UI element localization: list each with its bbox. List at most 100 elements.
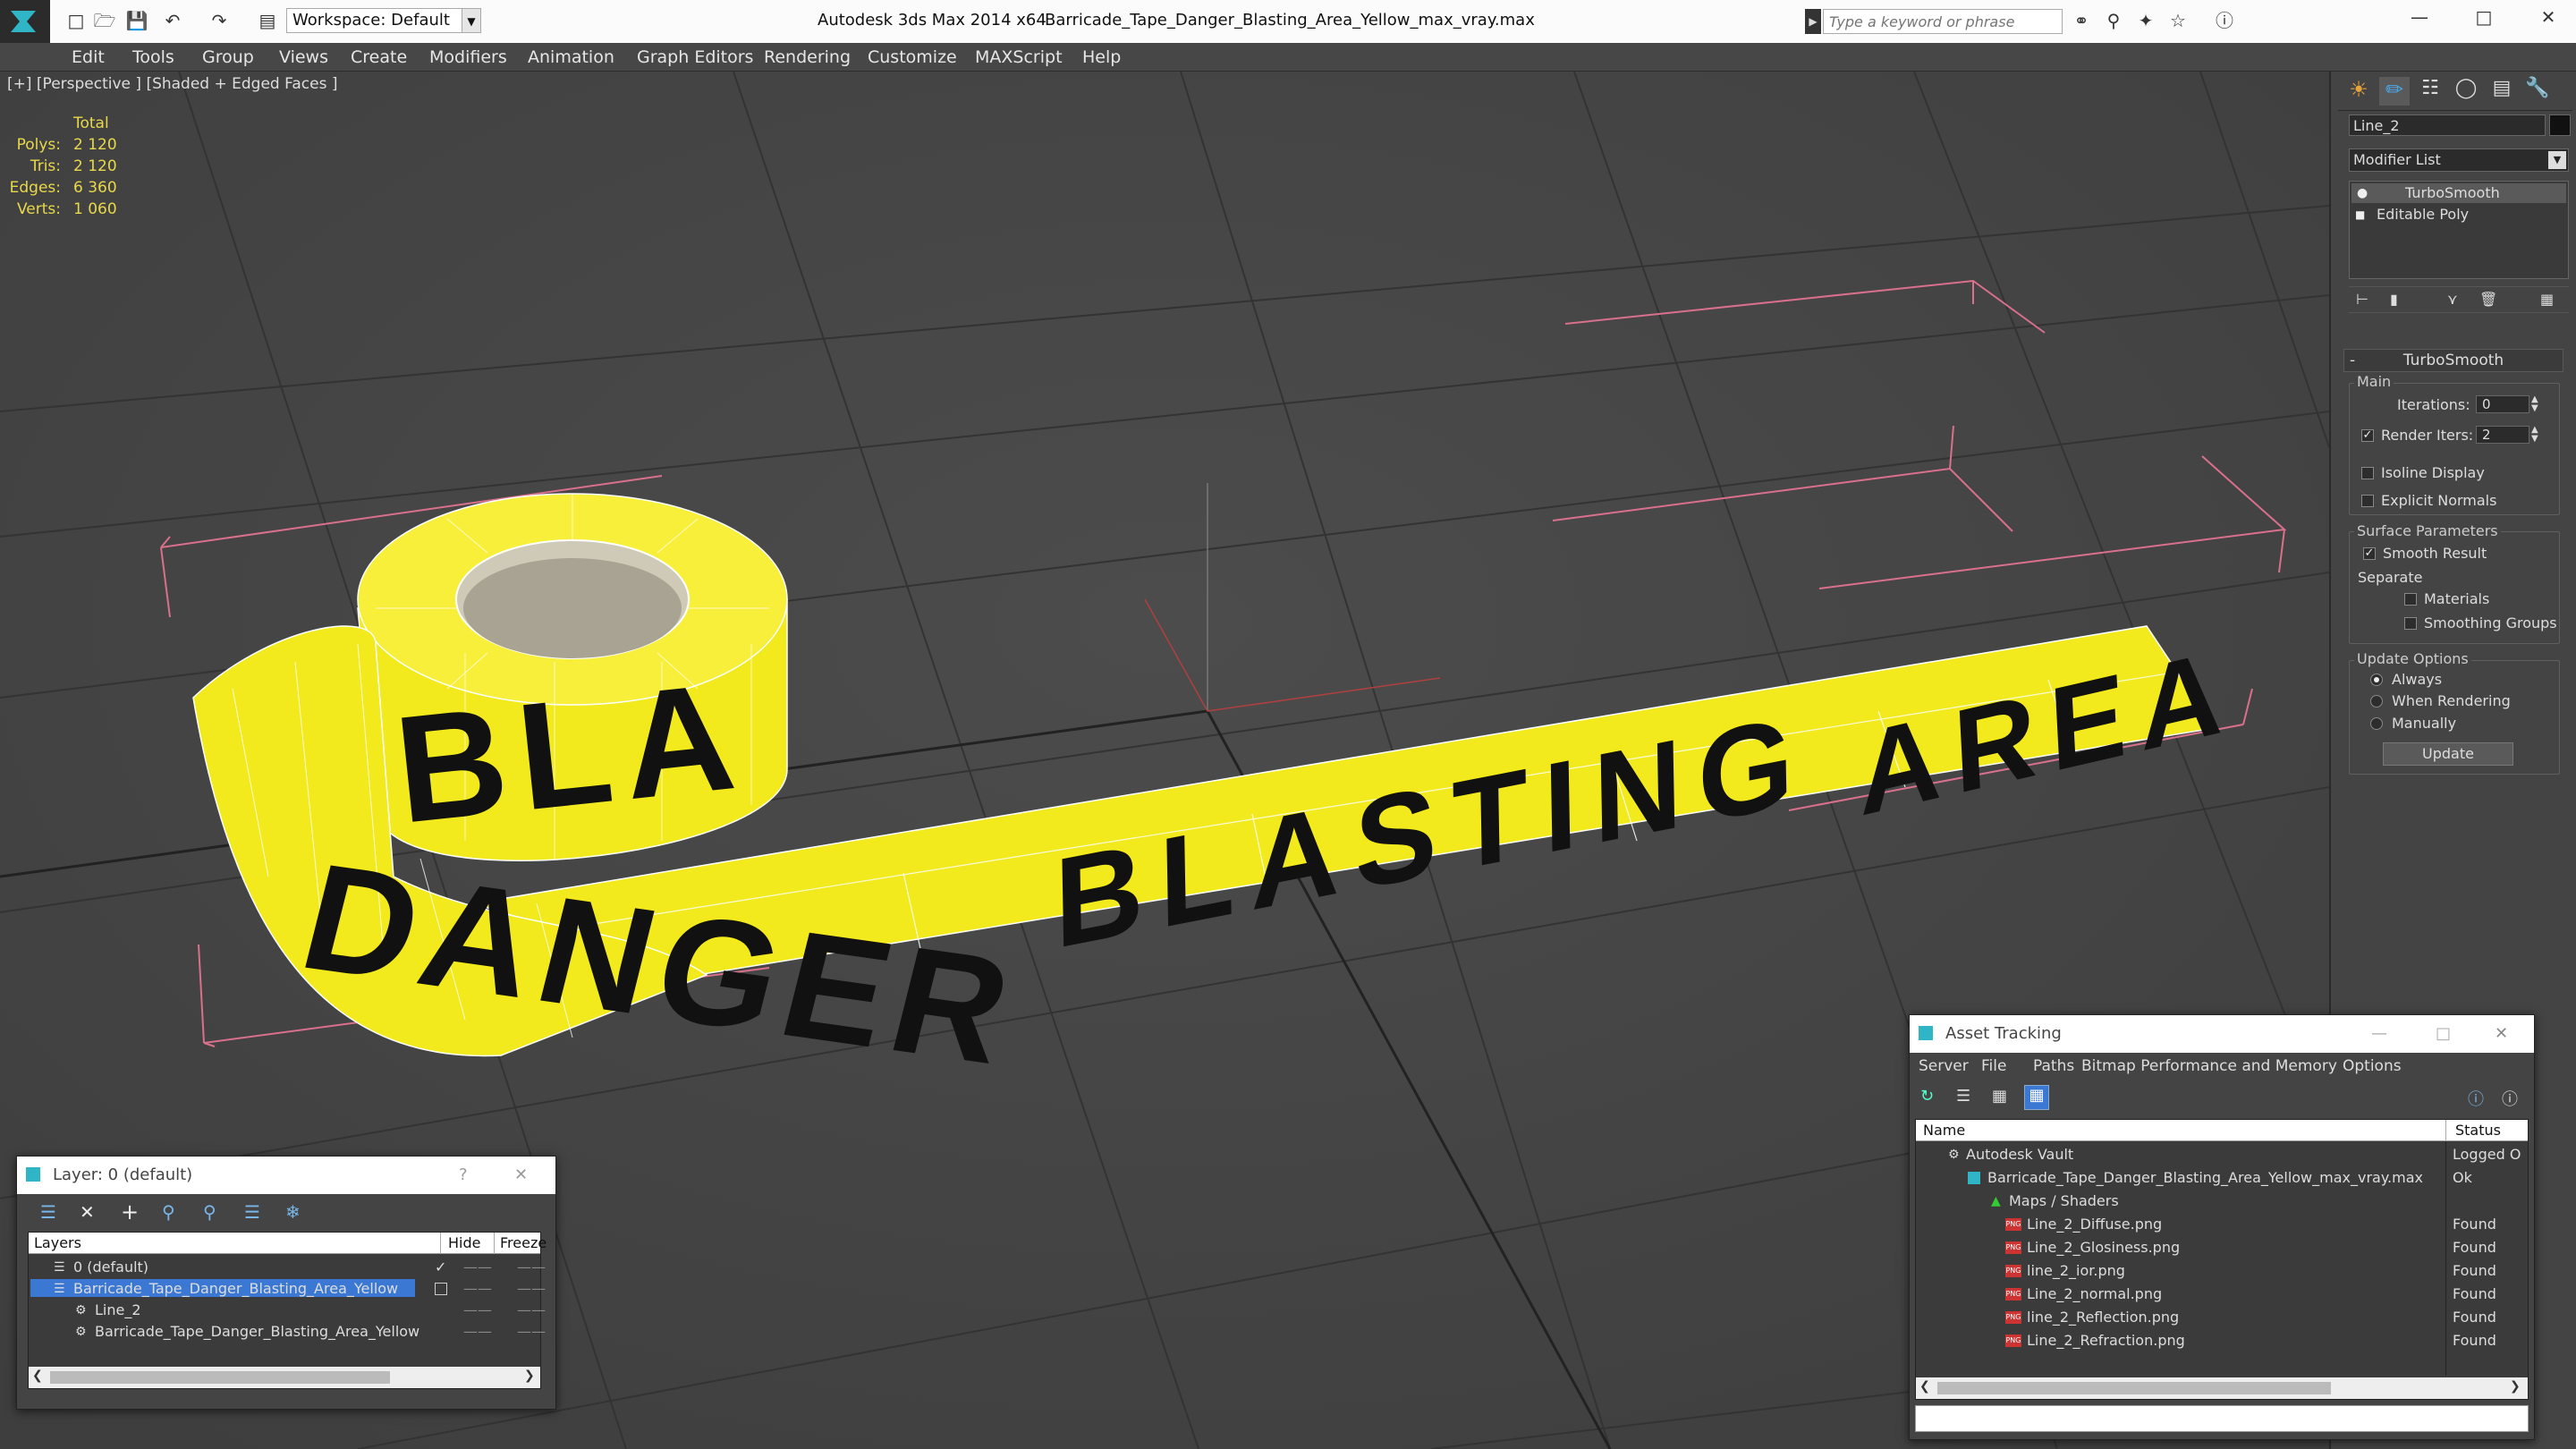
hide-toggle[interactable]: —— (463, 1256, 492, 1279)
chevron-down-icon[interactable]: ▼ (462, 8, 481, 33)
pin-stack-icon[interactable]: ⊢ (2356, 291, 2368, 308)
minimize-icon[interactable]: — (2408, 5, 2431, 29)
isoline-display-checkbox[interactable] (2361, 467, 2374, 479)
hide-all-layers-icon[interactable]: ☰ (244, 1201, 260, 1223)
smoothing-groups-checkbox[interactable] (2404, 617, 2417, 630)
communication-icon[interactable]: ✦ (2134, 9, 2157, 32)
asset-window-titlebar[interactable]: Asset Tracking — □ ✕ (1910, 1015, 2534, 1053)
display-tab-icon[interactable]: ▤ (2487, 77, 2517, 106)
layer-list[interactable]: Layers Hide Freeze ☰ 0 (default) ✓ —— ——… (28, 1232, 547, 1389)
menu-edit[interactable]: Edit (72, 43, 105, 72)
layer-help-button[interactable]: ? (459, 1157, 468, 1194)
asset-row[interactable]: ▲ Maps / Shaders (1916, 1190, 2528, 1213)
maximize-icon[interactable]: □ (2472, 5, 2496, 29)
expand-icon[interactable]: ■ (2355, 205, 2365, 225)
binoculars-icon[interactable]: ⚭ (2070, 9, 2093, 32)
asset-menu-file[interactable]: File (1981, 1053, 2006, 1080)
when-rendering-radio[interactable] (2370, 695, 2383, 708)
asset-menu-server[interactable]: Server (1919, 1053, 1969, 1080)
scroll-left-icon[interactable]: ❮ (1919, 1379, 1930, 1394)
current-layer-toggle[interactable] (435, 1283, 447, 1295)
explicit-normals-checkbox[interactable] (2361, 495, 2374, 507)
asset-menu-paths[interactable]: Paths (2033, 1053, 2074, 1080)
modifier-stack[interactable]: ● TurboSmooth ■ Editable Poly (2349, 181, 2569, 279)
object-name-field[interactable] (2349, 114, 2546, 136)
add-to-layer-icon[interactable]: + (121, 1199, 139, 1224)
col-layers[interactable]: Layers (34, 1233, 81, 1254)
hide-toggle[interactable]: —— (463, 1299, 492, 1322)
scroll-thumb[interactable] (50, 1371, 390, 1384)
menu-graph-editors[interactable]: Graph Editors (637, 43, 753, 72)
layer-horizontal-scrollbar[interactable]: ❮ ❯ (29, 1367, 540, 1388)
asset-path-field[interactable] (1915, 1405, 2529, 1432)
redo-icon[interactable]: ↷ (208, 9, 231, 32)
asset-row[interactable]: PNG Line_2_Refraction.png Found (1916, 1329, 2528, 1352)
app-logo-icon[interactable] (0, 0, 50, 43)
scroll-right-icon[interactable]: ❯ (524, 1368, 535, 1383)
spinner-arrows-icon[interactable]: ▲ ▼ (2531, 395, 2538, 413)
close-icon[interactable]: ✕ (2495, 1015, 2508, 1053)
iterations-spinner[interactable]: 0 (2476, 395, 2529, 413)
col-status[interactable]: Status (2445, 1120, 2528, 1141)
render-iters-spinner[interactable]: 2 (2476, 426, 2529, 444)
menu-group[interactable]: Group (202, 43, 254, 72)
render-iters-checkbox[interactable]: ✓ (2361, 429, 2374, 442)
scroll-thumb[interactable] (1937, 1382, 2331, 1394)
open-file-icon[interactable]: 🗁 (93, 9, 116, 32)
asset-row[interactable]: PNG Line_2_Diffuse.png Found (1916, 1213, 2528, 1236)
checkmark-icon[interactable]: ✓ (435, 1256, 446, 1279)
always-radio[interactable] (2370, 674, 2383, 686)
utilities-tab-icon[interactable]: 🔧 (2522, 77, 2553, 106)
menu-rendering[interactable]: Rendering (764, 43, 851, 72)
minimize-icon[interactable]: — (2371, 1015, 2387, 1053)
save-file-icon[interactable]: 💾 (125, 9, 148, 32)
asset-row[interactable]: PNG line_2_Reflection.png Found (1916, 1306, 2528, 1329)
freeze-all-layers-icon[interactable]: ❄ (285, 1201, 301, 1223)
asset-row[interactable]: PNG line_2_ior.png Found (1916, 1259, 2528, 1283)
freeze-toggle[interactable]: —— (517, 1256, 546, 1279)
search-input[interactable] (1823, 9, 2063, 34)
asset-row[interactable]: PNG Line_2_Glosiness.png Found (1916, 1236, 2528, 1259)
asset-table[interactable]: Name Status ⚙ Autodesk Vault Logged O Ba… (1915, 1119, 2529, 1400)
help-icon[interactable]: ⓘ (2468, 1087, 2484, 1110)
asset-row[interactable]: Barricade_Tape_Danger_Blasting_Area_Yell… (1916, 1166, 2528, 1190)
close-icon[interactable]: ✕ (514, 1157, 528, 1194)
asset-menu-options[interactable]: Options (2343, 1053, 2402, 1080)
menu-modifiers[interactable]: Modifiers (429, 43, 507, 72)
hide-toggle[interactable]: —— (463, 1277, 492, 1301)
remove-modifier-icon[interactable]: 🗑 (2479, 291, 2497, 308)
modifier-list-dropdown[interactable]: Modifier List ▼ (2349, 148, 2569, 172)
freeze-toggle[interactable]: —— (517, 1320, 546, 1343)
menu-help[interactable]: Help (1082, 43, 1121, 72)
menu-customize[interactable]: Customize (868, 43, 957, 72)
layer-row[interactable]: ☰ 0 (default) ✓ —— —— (29, 1256, 546, 1279)
menu-maxscript[interactable]: MAXScript (975, 43, 1063, 72)
stack-item-turbosmooth[interactable]: ● TurboSmooth (2351, 183, 2566, 203)
object-color-swatch[interactable] (2549, 114, 2571, 136)
create-tab-icon[interactable]: ☀ (2343, 77, 2374, 106)
help-icon[interactable]: ⓘ (2213, 9, 2236, 32)
search-expand-icon[interactable]: ▶ (1805, 9, 1821, 34)
menu-create[interactable]: Create (351, 43, 407, 72)
asset-row[interactable]: PNG Line_2_normal.png Found (1916, 1283, 2528, 1306)
layer-object-row[interactable]: ⚙ Line_2 —— —— (29, 1299, 546, 1322)
col-hide[interactable]: Hide (440, 1233, 494, 1254)
viewport-label[interactable]: [+] [Perspective ] [Shaded + Edged Faces… (7, 75, 337, 93)
asset-menu-bitmap-performance[interactable]: Bitmap Performance and Memory (2081, 1053, 2337, 1080)
freeze-toggle[interactable]: —— (517, 1277, 546, 1301)
materials-checkbox[interactable] (2404, 593, 2417, 606)
manually-radio[interactable] (2370, 717, 2383, 730)
delete-layer-icon[interactable]: ✕ (80, 1201, 95, 1223)
asset-row[interactable]: ⚙ Autodesk Vault Logged O (1916, 1143, 2528, 1166)
smooth-result-checkbox[interactable]: ✓ (2363, 547, 2376, 560)
maximize-icon[interactable]: □ (2436, 1015, 2451, 1053)
stack-item-editable-poly[interactable]: ■ Editable Poly (2351, 205, 2566, 225)
favorites-star-icon[interactable]: ☆ (2166, 9, 2190, 32)
layer-window-titlebar[interactable]: Layer: 0 (default) ? ✕ (17, 1157, 555, 1194)
hierarchy-tab-icon[interactable]: ☷ (2415, 77, 2445, 106)
col-name[interactable]: Name (1923, 1120, 1965, 1141)
modify-tab-icon[interactable]: ✏ (2379, 77, 2410, 106)
spinner-arrows-icon[interactable]: ▲ ▼ (2531, 426, 2538, 444)
configure-sets-icon[interactable]: ▦ (2540, 291, 2554, 308)
create-layer-icon[interactable]: ☰ (40, 1201, 56, 1223)
